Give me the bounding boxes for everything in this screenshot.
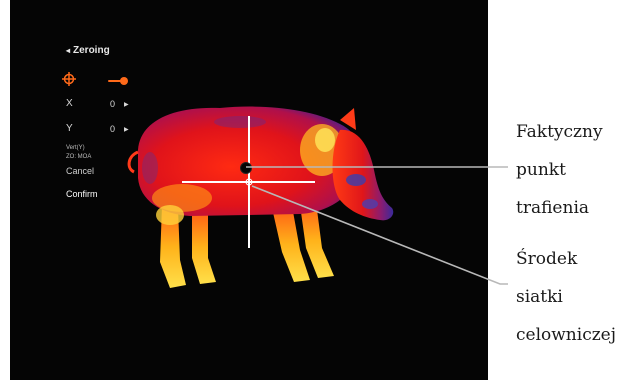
- callout-actual-hit-point: Faktyczny punkt trafienia: [516, 113, 603, 227]
- callout-line: celowniczej: [516, 325, 616, 345]
- callout-line: Faktyczny: [516, 122, 603, 142]
- callout-line: punkt: [516, 160, 566, 180]
- callout-line: Środek: [516, 249, 578, 269]
- callout-line: trafienia: [516, 198, 590, 218]
- callout-reticle-center: Środek siatki celowniczej: [516, 240, 616, 354]
- callout-line: siatki: [516, 287, 563, 307]
